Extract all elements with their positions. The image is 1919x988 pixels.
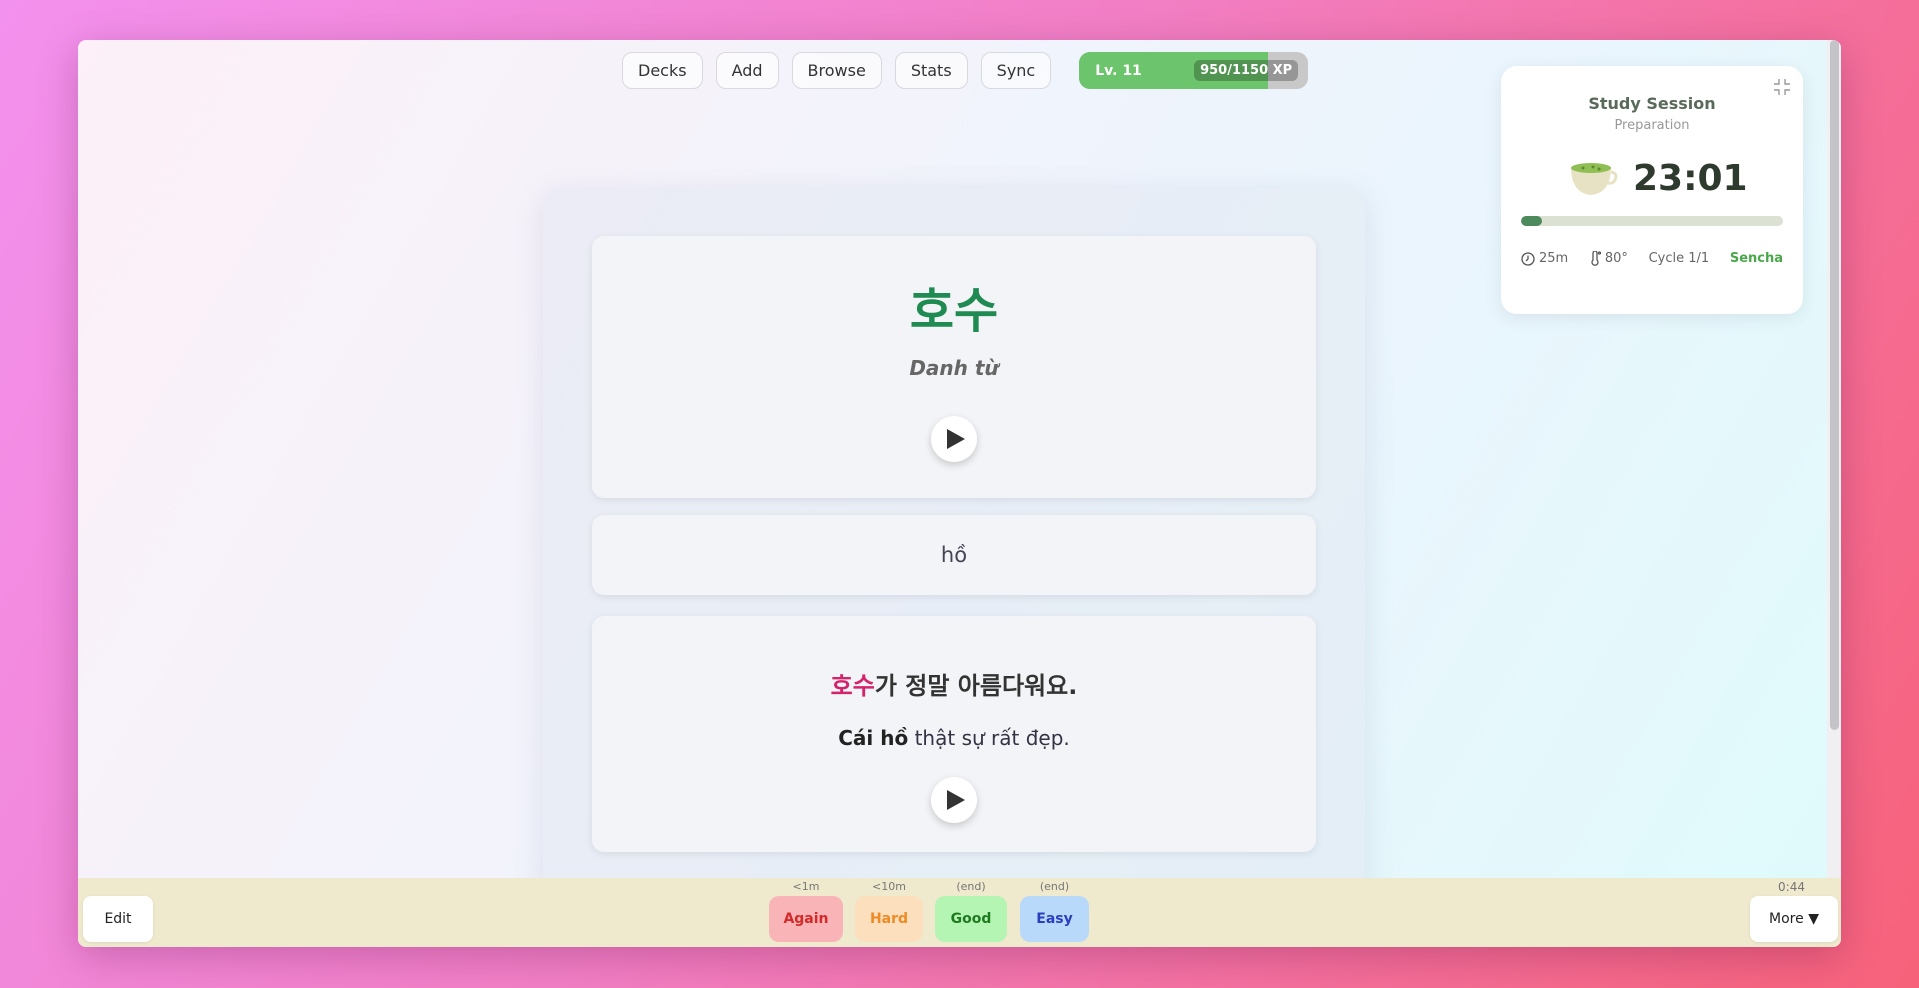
example-highlight: 호수: [830, 672, 875, 700]
answer-again-group: <1m Again: [769, 878, 843, 942]
bottom-bar: Edit <1m Again <10m Hard (end) Good (end…: [78, 878, 1841, 947]
session-meta: 25m 80° Cycle 1/1 Sencha: [1521, 251, 1783, 266]
answer-hard-group: <10m Hard: [855, 878, 923, 942]
session-progress-bar: [1521, 216, 1783, 226]
example-translation: Cái hồ thật sự rất đẹp.: [592, 726, 1316, 750]
session-timer: 23:01: [1567, 158, 1748, 199]
example-sentence: 호수가 정말 아름다워요.: [592, 666, 1316, 701]
card-word: 호수: [909, 283, 999, 339]
play-icon: [947, 790, 965, 810]
translation-bold: Cái hồ: [838, 726, 909, 750]
session-title: Study Session: [1588, 94, 1716, 113]
answer-again-hint: <1m: [792, 880, 820, 893]
session-subtitle: Preparation: [1614, 118, 1690, 133]
xp-text: 950/1150 XP: [1194, 60, 1299, 81]
play-icon: [947, 429, 965, 449]
session-time: 23:01: [1633, 158, 1748, 199]
card-meaning: hồ: [940, 543, 968, 567]
play-word-audio-button[interactable]: [931, 416, 977, 462]
answer-good-button[interactable]: Good: [935, 896, 1007, 942]
translation-rest: thật sự rất đẹp.: [908, 726, 1070, 750]
more-button[interactable]: More ▼: [1750, 896, 1838, 942]
xp-progress-bar: Lv. 11 950/1150 XP: [1079, 52, 1309, 89]
nav-stats-button[interactable]: Stats: [894, 52, 968, 89]
duration-item: 25m: [1521, 251, 1568, 266]
level-label: Lv. 11: [1095, 62, 1142, 79]
nav-sync-button[interactable]: Sync: [980, 52, 1052, 89]
thermometer-icon: [1591, 251, 1601, 266]
temperature-item: 80°: [1589, 251, 1628, 266]
answer-hard-button[interactable]: Hard: [855, 896, 923, 942]
part-of-speech: Danh từ: [909, 356, 999, 380]
session-tea: Sencha: [1729, 251, 1783, 266]
elapsed-timer: 0:44: [1778, 880, 1805, 894]
answer-good-group: (end) Good: [935, 878, 1007, 942]
word-box: 호수 Danh từ: [592, 236, 1316, 498]
answer-easy-button[interactable]: Easy: [1020, 896, 1089, 942]
session-cycle: Cycle 1/1: [1648, 251, 1710, 266]
example-rest: 가 정말 아름다워요.: [874, 672, 1078, 700]
play-example-audio-button[interactable]: [931, 777, 977, 823]
scrollbar-thumb[interactable]: [1830, 40, 1839, 730]
tea-cup-icon: [1571, 162, 1618, 195]
top-nav: Decks Add Browse Stats Sync Lv. 11 950/1…: [622, 52, 1309, 89]
flashcard-panel: 호수 Danh từ hồ 호수가 정말 아름다워요. Cái hồ thật …: [543, 188, 1365, 947]
answer-good-hint: (end): [956, 880, 986, 893]
session-temperature: 80°: [1604, 251, 1628, 266]
nav-add-button[interactable]: Add: [715, 52, 779, 89]
meaning-box: hồ: [592, 515, 1316, 595]
answer-hard-hint: <10m: [872, 880, 906, 893]
edit-button[interactable]: Edit: [83, 896, 153, 942]
answer-easy-group: (end) Easy: [1020, 878, 1089, 942]
app-window: Decks Add Browse Stats Sync Lv. 11 950/1…: [78, 40, 1841, 947]
study-session-widget: Study Session Preparation 23:01 25m 80° …: [1501, 66, 1803, 314]
session-duration: 25m: [1539, 251, 1569, 266]
nav-decks-button[interactable]: Decks: [622, 52, 703, 89]
nav-browse-button[interactable]: Browse: [791, 52, 882, 89]
scrollbar[interactable]: [1827, 40, 1841, 878]
answer-easy-hint: (end): [1039, 880, 1070, 893]
session-progress-fill: [1521, 216, 1542, 226]
example-box: 호수가 정말 아름다워요. Cái hồ thật sự rất đẹp.: [592, 616, 1316, 852]
answer-again-button[interactable]: Again: [769, 896, 843, 942]
clock-icon: [1521, 251, 1535, 266]
